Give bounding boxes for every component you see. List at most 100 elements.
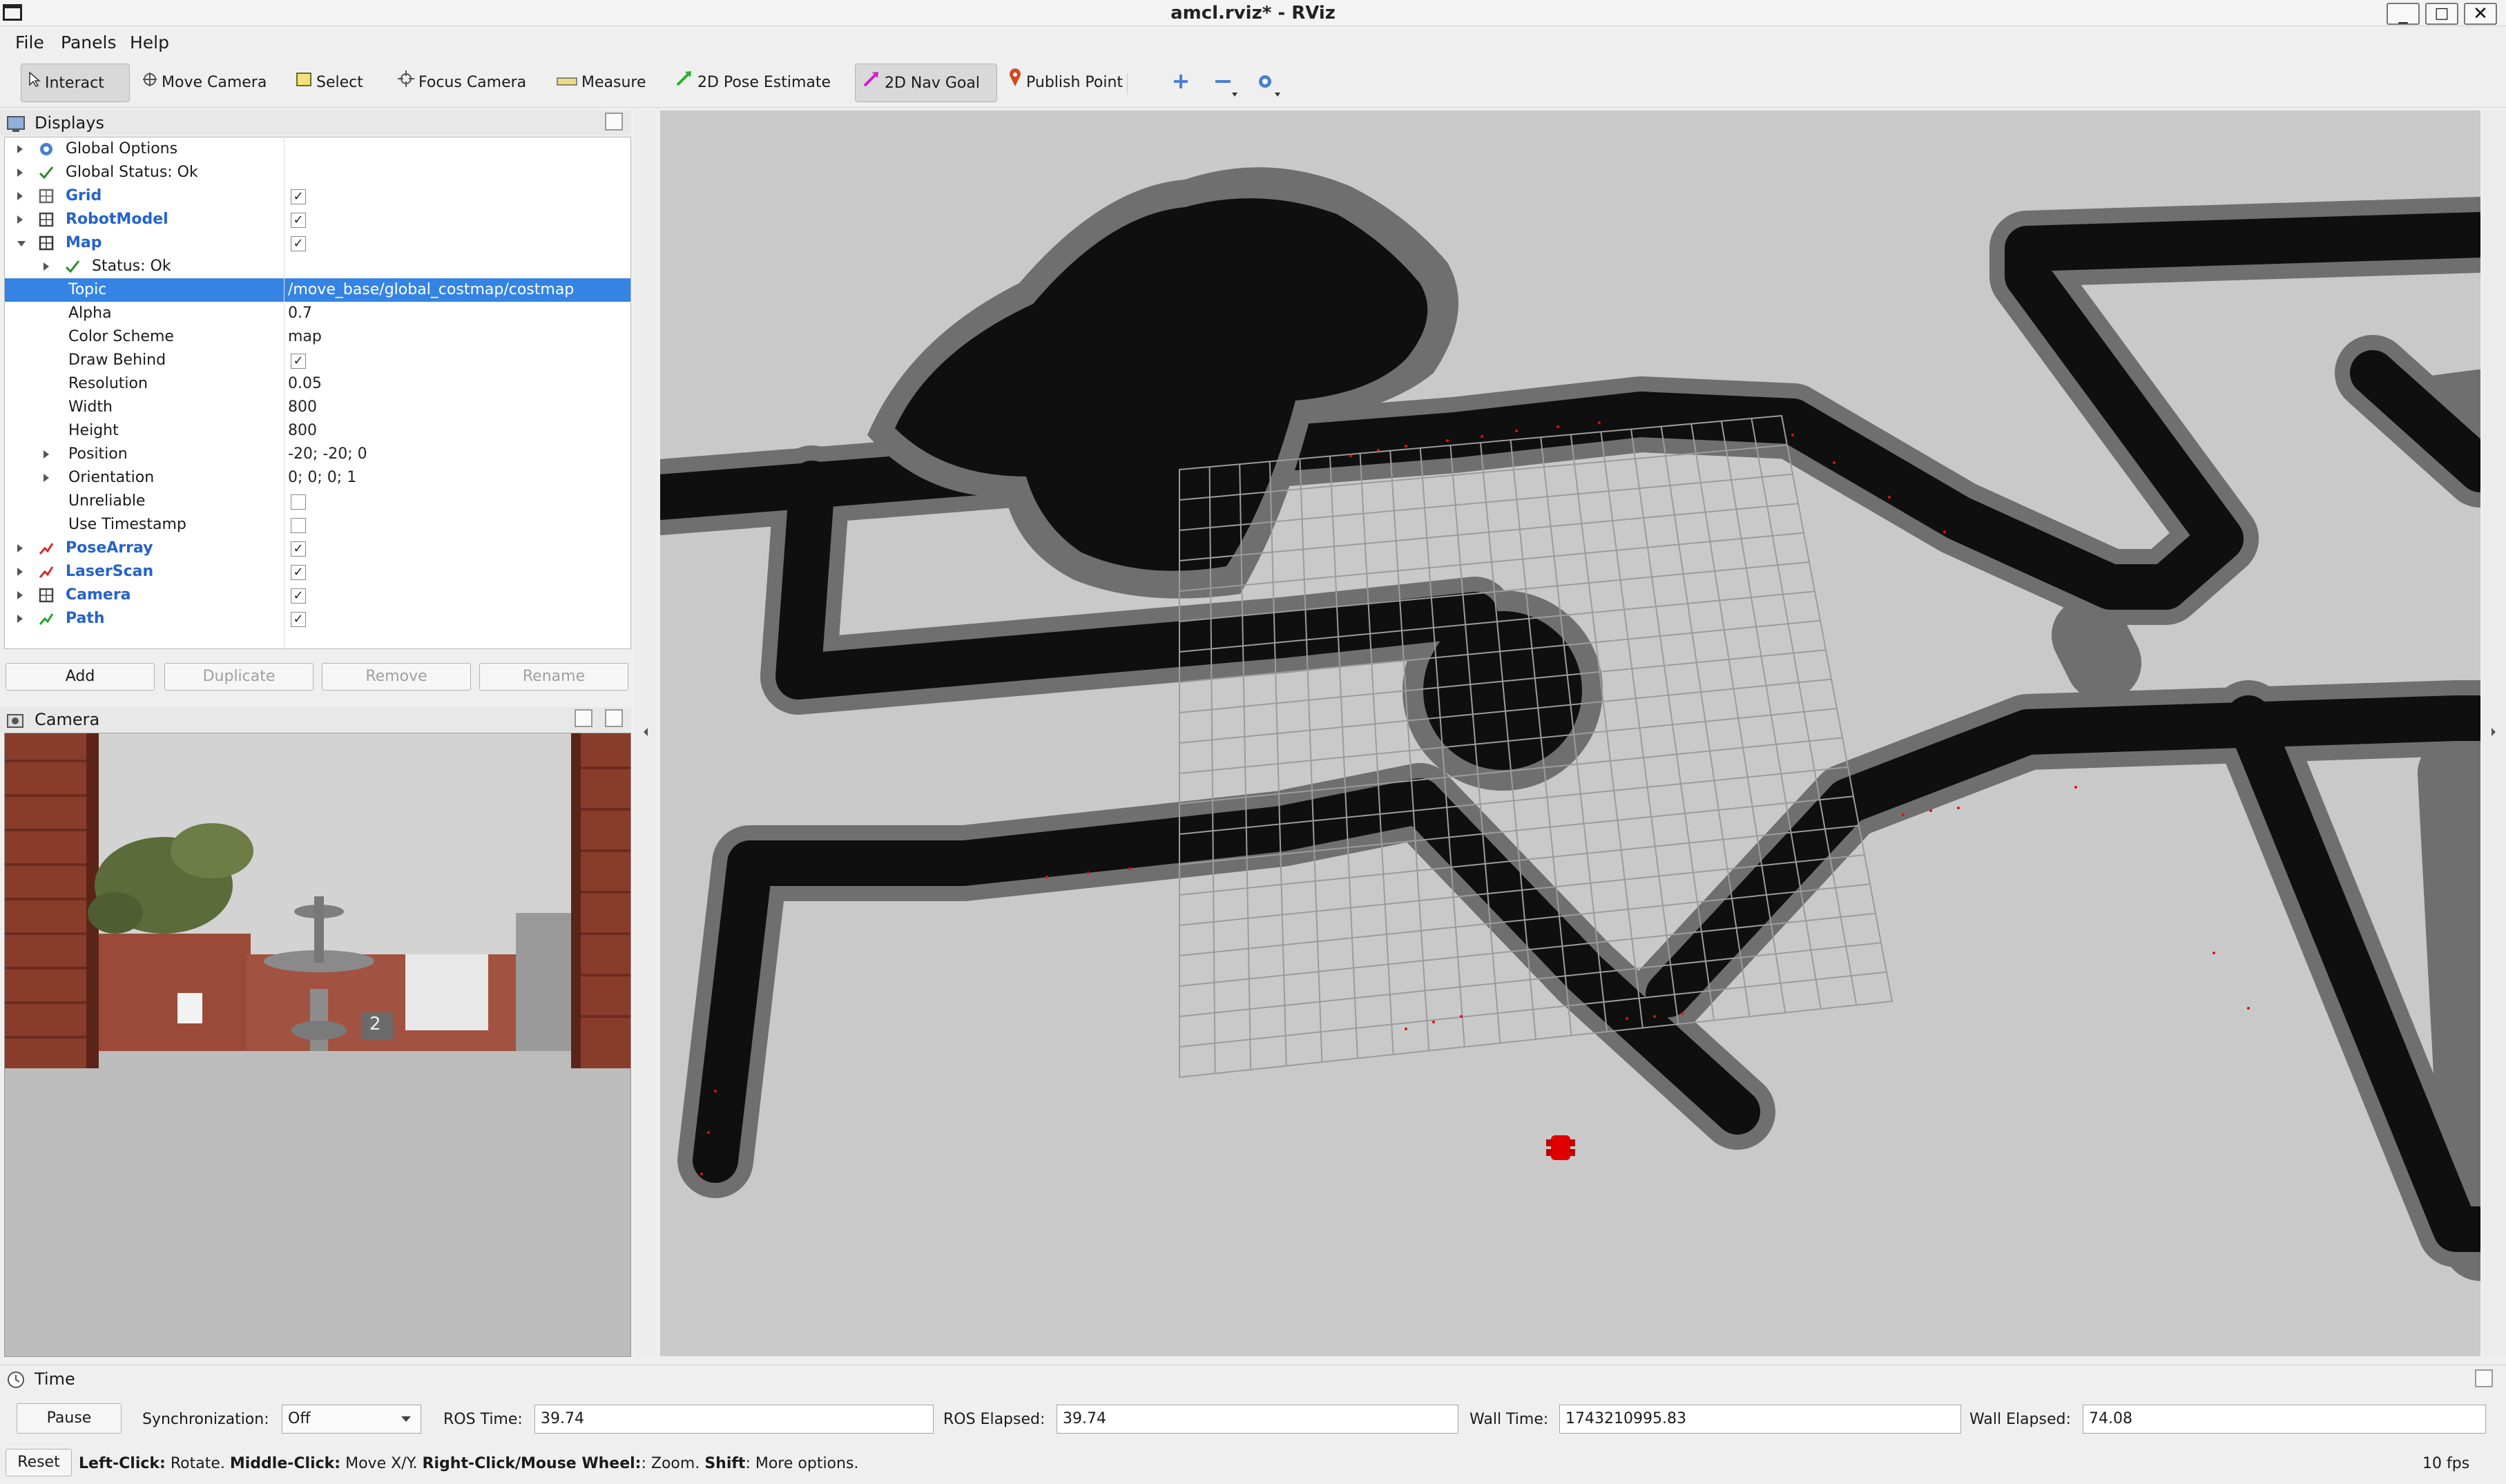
sync-select[interactable]: Off	[282, 1405, 421, 1434]
tool-interact[interactable]: Interact	[21, 64, 130, 102]
display-row-camera[interactable]: Camera ✓	[5, 584, 630, 607]
robot-icon	[1548, 1133, 1576, 1164]
display-row-orientation[interactable]: Orientation 0; 0; 0; 1	[5, 466, 630, 490]
wall-time-field[interactable]: 1743210995.83	[1559, 1405, 1961, 1434]
expand-arrow-icon[interactable]	[17, 591, 23, 599]
display-row-path[interactable]: Path ✓	[5, 607, 630, 630]
display-row-value[interactable]: -20; -20; 0	[288, 443, 367, 466]
minus-icon[interactable]	[1213, 72, 1240, 99]
display-row-value[interactable]: 800	[288, 396, 317, 419]
tool-select[interactable]: Select	[289, 64, 370, 102]
camera-close-button[interactable]	[605, 709, 623, 727]
expand-arrow-icon[interactable]	[17, 215, 23, 224]
ros-elapsed-field[interactable]: 39.74	[1057, 1405, 1458, 1434]
expand-arrow-icon[interactable]	[17, 615, 23, 623]
display-row-label: Alpha	[68, 305, 112, 322]
display-row-draw-behind[interactable]: Draw Behind ✓	[5, 349, 630, 372]
tool-2d-nav-goal[interactable]: 2D Nav Goal	[855, 64, 997, 102]
check-icon	[38, 164, 55, 181]
camera-settings-icon[interactable]	[1255, 72, 1283, 99]
expand-arrow-icon[interactable]	[17, 568, 23, 576]
enable-checkbox[interactable]: ✓	[291, 612, 306, 627]
tree-column-divider	[284, 137, 285, 649]
display-row-grid[interactable]: Grid ✓	[5, 184, 630, 208]
collapse-arrow-icon[interactable]	[17, 241, 26, 247]
posearray-icon	[38, 540, 55, 557]
displays-tree[interactable]: Global Options Global Status: Ok Grid ✓ Robo…	[4, 137, 631, 649]
display-row-global-options[interactable]: Global Options	[5, 137, 630, 161]
reset-button[interactable]: Reset	[6, 1449, 72, 1476]
display-row-map[interactable]: Map ✓	[5, 231, 630, 255]
panel-splitter[interactable]	[635, 110, 656, 1356]
duplicate-button[interactable]: Duplicate	[164, 663, 314, 691]
enable-checkbox[interactable]: ✓	[291, 189, 306, 204]
add-button[interactable]: Add	[6, 663, 155, 691]
tool-publish-point[interactable]: Publish Point	[1001, 64, 1130, 102]
enable-checkbox[interactable]: ✓	[291, 565, 306, 580]
display-row-label: Global Options	[66, 140, 178, 157]
display-row-laserscan[interactable]: LaserScan ✓	[5, 560, 630, 584]
remove-button[interactable]: Remove	[322, 663, 471, 691]
display-row-robotmodel[interactable]: RobotModel ✓	[5, 208, 630, 231]
expand-arrow-icon[interactable]	[17, 544, 23, 552]
enable-checkbox[interactable]: ✓	[291, 236, 306, 251]
display-row-topic[interactable]: Topic/move_base/global_costmap/costmap	[5, 278, 630, 302]
display-row-value[interactable]: 0; 0; 0; 1	[288, 466, 356, 490]
maximize-button[interactable]: □	[2425, 3, 2458, 25]
expand-arrow-icon[interactable]	[44, 262, 49, 271]
displays-float-button[interactable]	[605, 113, 623, 131]
minimize-button[interactable]: _	[2387, 3, 2420, 25]
tool-focus-camera[interactable]: Focus Camera	[391, 64, 533, 102]
tool-measure[interactable]: Measure	[550, 64, 653, 102]
display-row-height[interactable]: Height 800	[5, 419, 630, 443]
pause-button[interactable]: Pause	[17, 1403, 122, 1434]
mouse-hint: Left-Click: Rotate. Middle-Click: Move X…	[79, 1455, 859, 1472]
display-row-position[interactable]: Position -20; -20; 0	[5, 443, 630, 466]
plus-icon[interactable]	[1171, 72, 1191, 91]
display-row-status-ok[interactable]: Status: Ok	[5, 255, 630, 278]
display-row-value[interactable]: 0.05	[288, 372, 322, 396]
tool-move-camera[interactable]: Move Camera	[135, 64, 273, 102]
move-camera-icon	[142, 64, 157, 102]
enable-checkbox[interactable]: ✓	[291, 354, 306, 369]
camera-float-button[interactable]	[575, 709, 592, 727]
display-row-unreliable[interactable]: Unreliable	[5, 490, 630, 513]
expand-arrow-icon[interactable]	[17, 192, 23, 200]
display-row-value[interactable]: /move_base/global_costmap/costmap	[288, 278, 574, 302]
expand-arrow-icon[interactable]	[17, 145, 23, 153]
display-row-color-scheme[interactable]: Color Scheme map	[5, 325, 630, 349]
display-row-value[interactable]: 0.7	[288, 302, 312, 325]
enable-checkbox[interactable]: ✓	[291, 213, 306, 228]
display-row-value[interactable]: map	[288, 325, 322, 349]
menu-help[interactable]: Help	[130, 32, 169, 54]
tool-2d-pose-estimate[interactable]: 2D Pose Estimate	[668, 64, 838, 102]
enable-checkbox[interactable]	[291, 518, 306, 533]
menu-panels[interactable]: Panels	[61, 32, 116, 54]
expand-arrow-icon[interactable]	[44, 474, 49, 482]
display-row-alpha[interactable]: Alpha 0.7	[5, 302, 630, 325]
display-row-global-status-ok[interactable]: Global Status: Ok	[5, 161, 630, 184]
display-row-label: Orientation	[68, 469, 155, 486]
toolbar-separator	[1127, 73, 1128, 94]
enable-checkbox[interactable]: ✓	[291, 588, 306, 604]
wall-elapsed-field[interactable]: 74.08	[2083, 1405, 2486, 1434]
display-row-width[interactable]: Width 800	[5, 396, 630, 419]
display-row-value[interactable]: 800	[288, 419, 317, 443]
time-float-button[interactable]	[2475, 1369, 2493, 1387]
display-row-label: Topic	[68, 281, 107, 298]
enable-checkbox[interactable]	[291, 494, 306, 510]
display-row-use-timestamp[interactable]: Use Timestamp	[5, 513, 630, 537]
menu-file[interactable]: File	[15, 32, 44, 54]
close-button[interactable]: ✕	[2464, 3, 2497, 25]
expand-arrow-icon[interactable]	[17, 168, 23, 177]
right-dock-handle[interactable]	[2483, 110, 2506, 1356]
enable-checkbox[interactable]: ✓	[291, 541, 306, 557]
3d-viewport[interactable]	[660, 110, 2480, 1356]
select-icon	[296, 64, 312, 102]
display-row-posearray[interactable]: PoseArray ✓	[5, 537, 630, 560]
display-row-resolution[interactable]: Resolution 0.05	[5, 372, 630, 396]
grid-icon	[38, 188, 55, 204]
rename-button[interactable]: Rename	[479, 663, 628, 691]
ros-time-field[interactable]: 39.74	[534, 1405, 934, 1434]
expand-arrow-icon[interactable]	[44, 450, 49, 459]
